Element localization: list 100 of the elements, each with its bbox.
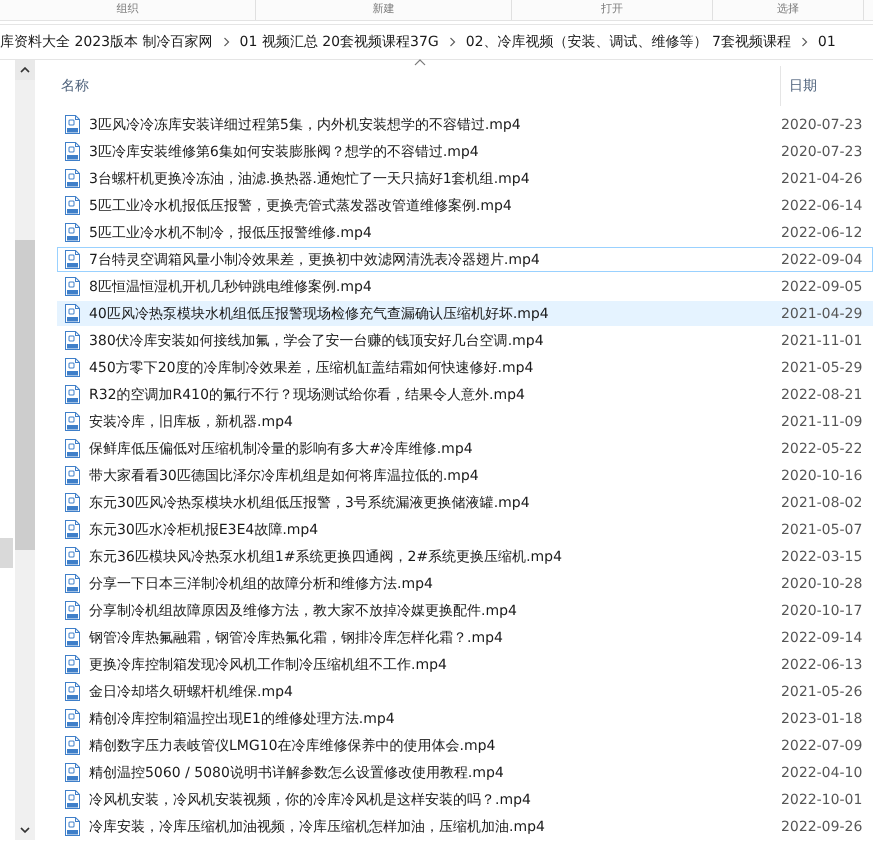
file-name: 450方零下20度的冷库制冷效果差，压缩机缸盖结霜如何快速修好.mp4 [89, 360, 534, 376]
video-file-icon [64, 655, 81, 674]
file-row[interactable]: 冷库安装，冷库压缩机加油视频，冷库压缩机怎样加油，压缩机加油.mp4 2022-09-26 [57, 814, 873, 839]
video-file-icon [64, 466, 81, 485]
file-name: 安装冷库，旧库板，新机器.mp4 [89, 414, 293, 430]
video-file-icon [64, 493, 81, 512]
file-date: 2022-09-04 [781, 252, 862, 268]
file-name: 8匹恒温恒湿机开机几秒钟跳电维修案例.mp4 [89, 278, 372, 294]
file-row[interactable]: 3匹风冷冷冻库安装详细过程第5集，内外机安装想学的不容错过.mp4 2020-07-23 [57, 112, 873, 137]
file-date: 2020-10-28 [781, 576, 862, 592]
video-file-icon [64, 601, 81, 620]
file-name: 带大家看看30匹德国比泽尔冷库机组是如何将库温拉低的.mp4 [89, 468, 479, 484]
file-date: 2021-05-26 [781, 684, 862, 700]
file-row[interactable]: 450方零下20度的冷库制冷效果差，压缩机缸盖结霜如何快速修好.mp4 2021-05-29 [57, 355, 873, 380]
file-date: 2020-07-23 [781, 144, 862, 160]
chevron-icon [448, 37, 456, 47]
file-row[interactable]: 3台螺杆机更换冷冻油，油滤.换热器.通炮忙了一天只搞好1套机组.mp4 2021-04-26 [57, 166, 873, 191]
chevron-icon [800, 37, 808, 47]
file-name: 东元30匹水冷柜机报E3E4故障.mp4 [89, 522, 318, 538]
file-date: 2023-01-18 [781, 710, 862, 726]
file-date: 2022-06-14 [781, 198, 862, 214]
scrollbar-thumb[interactable] [15, 240, 35, 550]
file-row[interactable]: 精创温控5060 / 5080说明书详解参数怎么设置修改使用教程.mp4 2022-04-10 [57, 760, 873, 785]
video-file-icon [64, 196, 81, 215]
file-row[interactable]: 金日冷却塔久研螺杆机维保.mp4 2021-05-26 [57, 679, 873, 704]
date-column-header[interactable]: 日期 [780, 66, 817, 106]
file-name: 东元30匹风冷热泵模块水机组低压报警，3号系统漏液更换储液罐.mp4 [89, 494, 530, 510]
video-file-icon [64, 304, 81, 323]
file-row[interactable]: 7台特灵空调箱风量小制冷效果差，更换初中效滤网清洗表冷器翅片.mp4 2022-09-04 [57, 247, 873, 272]
file-row[interactable]: 380伏冷库安装如何接线加氟，学会了安一台赚的钱顶安好几台空调.mp4 2021-11-01 [57, 328, 873, 353]
file-row[interactable]: 安装冷库，旧库板，新机器.mp4 2021-11-09 [57, 409, 873, 434]
file-date: 2021-04-26 [781, 170, 862, 186]
video-file-icon [64, 331, 81, 350]
video-file-icon [64, 115, 81, 134]
file-name: 3台螺杆机更换冷冻油，油滤.换热器.通炮忙了一天只搞好1套机组.mp4 [89, 170, 530, 186]
ribbon-group-label: 选择 [713, 0, 864, 20]
video-file-icon [64, 250, 81, 269]
file-name: 5匹工业冷水机不制冷，报低压报警维修.mp4 [89, 224, 372, 240]
file-row[interactable]: 带大家看看30匹德国比泽尔冷库机组是如何将库温拉低的.mp4 2020-10-16 [57, 463, 873, 488]
file-name: 更换冷库控制箱发现冷风机工作制冷压缩机组不工作.mp4 [89, 656, 447, 672]
file-date: 2022-06-13 [781, 656, 862, 672]
file-date: 2022-06-12 [781, 224, 862, 240]
file-name: 钢管冷库热氟融霜，钢管冷库热氟化霜，钢排冷库怎样化霜？.mp4 [89, 630, 503, 646]
file-date: 2022-04-10 [781, 764, 862, 780]
file-row[interactable]: 东元36匹模块风冷热泵水机组1#系统更换四通阀，2#系统更换压缩机.mp4 2022-03-15 [57, 544, 873, 569]
file-row[interactable]: 分享制冷机组故障原因及维修方法，教大家不放掉冷媒更换配件.mp4 2020-10-17 [57, 598, 873, 623]
file-row[interactable]: 精创冷库控制箱温控出现E1的维修处理方法.mp4 2023-01-18 [57, 706, 873, 731]
video-file-icon [64, 142, 81, 161]
video-file-icon [64, 412, 81, 431]
breadcrumb-item[interactable]: 库资料大全 2023版本 制冷百家网 [0, 33, 213, 51]
video-file-icon [64, 817, 81, 836]
file-row[interactable]: 3匹冷库安装维修第6集如何安装膨胀阀？想学的不容错过.mp4 2020-07-23 [57, 139, 873, 164]
file-row[interactable]: 东元30匹水冷柜机报E3E4故障.mp4 2021-05-07 [57, 517, 873, 542]
video-file-icon [64, 385, 81, 404]
file-row[interactable]: 分享一下日本三洋制冷机组的故障分析和维修方法.mp4 2020-10-28 [57, 571, 873, 596]
file-name: 3匹冷库安装维修第6集如何安装膨胀阀？想学的不容错过.mp4 [89, 144, 479, 160]
file-date: 2021-05-29 [781, 360, 862, 376]
file-name: 380伏冷库安装如何接线加氟，学会了安一台赚的钱顶安好几台空调.mp4 [89, 332, 544, 348]
file-row[interactable]: 精创数字压力表岐管仪LMG10在冷库维修保养中的使用体会.mp4 2022-07-09 [57, 733, 873, 758]
video-file-icon [64, 709, 81, 728]
file-name: 精创数字压力表岐管仪LMG10在冷库维修保养中的使用体会.mp4 [89, 738, 496, 754]
file-name: 5匹工业冷水机报低压报警，更换壳管式蒸发器改管道维修案例.mp4 [89, 198, 512, 214]
file-row[interactable]: 更换冷库控制箱发现冷风机工作制冷压缩机组不工作.mp4 2022-06-13 [57, 652, 873, 677]
file-name: 冷库安装，冷库压缩机加油视频，冷库压缩机怎样加油，压缩机加油.mp4 [89, 818, 545, 834]
file-date: 2021-04-29 [781, 306, 862, 322]
video-file-icon [64, 763, 81, 782]
file-name: 7台特灵空调箱风量小制冷效果差，更换初中效滤网清洗表冷器翅片.mp4 [89, 252, 540, 268]
name-column-header[interactable]: 名称 [61, 78, 89, 94]
file-date: 2020-10-17 [781, 602, 862, 618]
scroll-up-icon[interactable] [15, 60, 35, 80]
file-row[interactable]: 40匹风冷热泵模块水机组低压报警现场检修充气查漏确认压缩机好坏.mp4 2021-04-29 [57, 301, 873, 326]
file-name: 冷风机安装，冷风机安装视频，你的冷库冷风机是这样安装的吗？.mp4 [89, 792, 531, 808]
file-row[interactable]: 保鲜库低压偏低对压缩机制冷量的影响有多大#冷库维修.mp4 2022-05-22 [57, 436, 873, 461]
file-row[interactable]: 5匹工业冷水机报低压报警，更换壳管式蒸发器改管道维修案例.mp4 2022-06-14 [57, 193, 873, 218]
file-name: 40匹风冷热泵模块水机组低压报警现场检修充气查漏确认压缩机好坏.mp4 [89, 306, 549, 322]
file-date: 2022-09-26 [781, 818, 862, 834]
video-file-icon [64, 682, 81, 701]
file-date: 2020-10-16 [781, 468, 862, 484]
file-name: 精创冷库控制箱温控出现E1的维修处理方法.mp4 [89, 710, 395, 726]
file-row[interactable]: 东元30匹风冷热泵模块水机组低压报警，3号系统漏液更换储液罐.mp4 2021-08-02 [57, 490, 873, 515]
file-date: 2022-08-21 [781, 386, 862, 402]
file-row[interactable]: 8匹恒温恒湿机开机几秒钟跳电维修案例.mp4 2022-09-05 [57, 274, 873, 299]
file-date: 2022-03-15 [781, 548, 862, 564]
breadcrumb-item[interactable]: 01 [818, 34, 836, 50]
video-file-icon [64, 628, 81, 647]
file-row[interactable]: R32的空调加R410的氟行不行？现场测试给你看，结果令人意外.mp4 2022-08-21 [57, 382, 873, 407]
file-date: 2021-11-01 [781, 332, 862, 348]
video-file-icon [64, 358, 81, 377]
file-row[interactable]: 钢管冷库热氟融霜，钢管冷库热氟化霜，钢排冷库怎样化霜？.mp4 2022-09-14 [57, 625, 873, 650]
breadcrumb-item[interactable]: 02、冷库视频（安装、调试、维修等） 7套视频课程 [466, 33, 791, 51]
video-file-icon [64, 790, 81, 809]
video-file-icon [64, 169, 81, 188]
video-file-icon [64, 277, 81, 296]
video-file-icon [64, 574, 81, 593]
breadcrumb-item[interactable]: 01 视频汇总 20套视频课程37G [240, 33, 439, 51]
file-date: 2021-05-07 [781, 522, 862, 538]
file-name: 精创温控5060 / 5080说明书详解参数怎么设置修改使用教程.mp4 [89, 764, 504, 780]
file-date: 2022-05-22 [781, 440, 862, 456]
file-row[interactable]: 5匹工业冷水机不制冷，报低压报警维修.mp4 2022-06-12 [57, 220, 873, 245]
file-row[interactable]: 冷风机安装，冷风机安装视频，你的冷库冷风机是这样安装的吗？.mp4 2022-10-01 [57, 787, 873, 812]
